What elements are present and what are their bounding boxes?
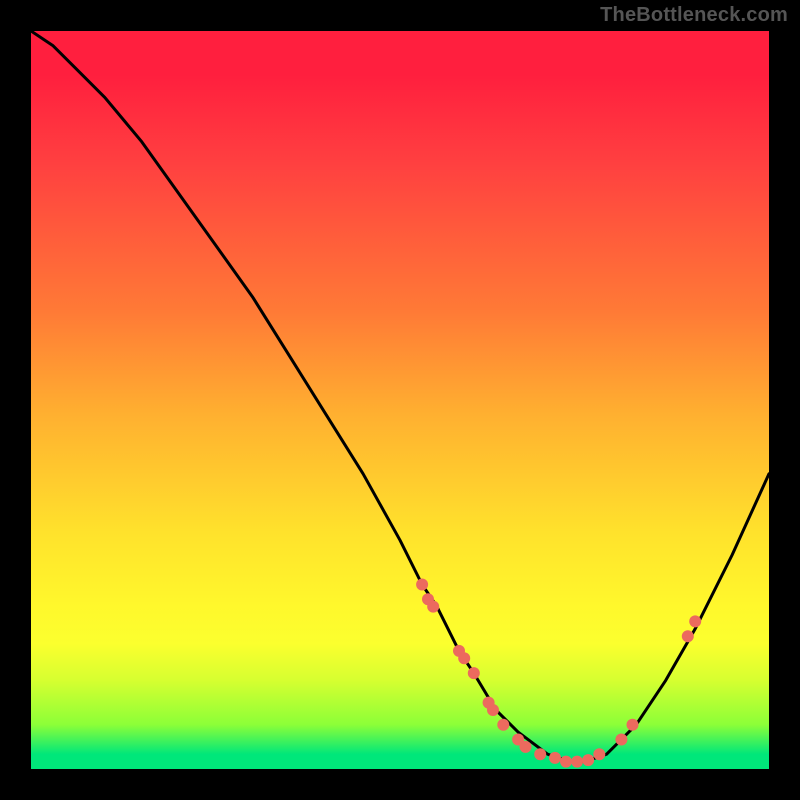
data-marker [468, 667, 480, 679]
data-marker [487, 704, 499, 716]
data-marker [458, 652, 470, 664]
data-marker [593, 748, 605, 760]
curve-path [31, 31, 769, 762]
data-marker [549, 752, 561, 764]
bottleneck-curve [31, 31, 769, 769]
attribution-text: TheBottleneck.com [600, 4, 788, 27]
data-marker [416, 579, 428, 591]
data-marker [689, 615, 701, 627]
data-marker [534, 748, 546, 760]
data-marker [560, 756, 572, 768]
data-marker [571, 756, 583, 768]
data-marker [497, 719, 509, 731]
data-marker [520, 741, 532, 753]
data-marker [427, 601, 439, 613]
data-marker [627, 719, 639, 731]
plot-area [31, 31, 769, 769]
data-marker [582, 754, 594, 766]
data-marker [682, 630, 694, 642]
data-marker [615, 734, 627, 746]
